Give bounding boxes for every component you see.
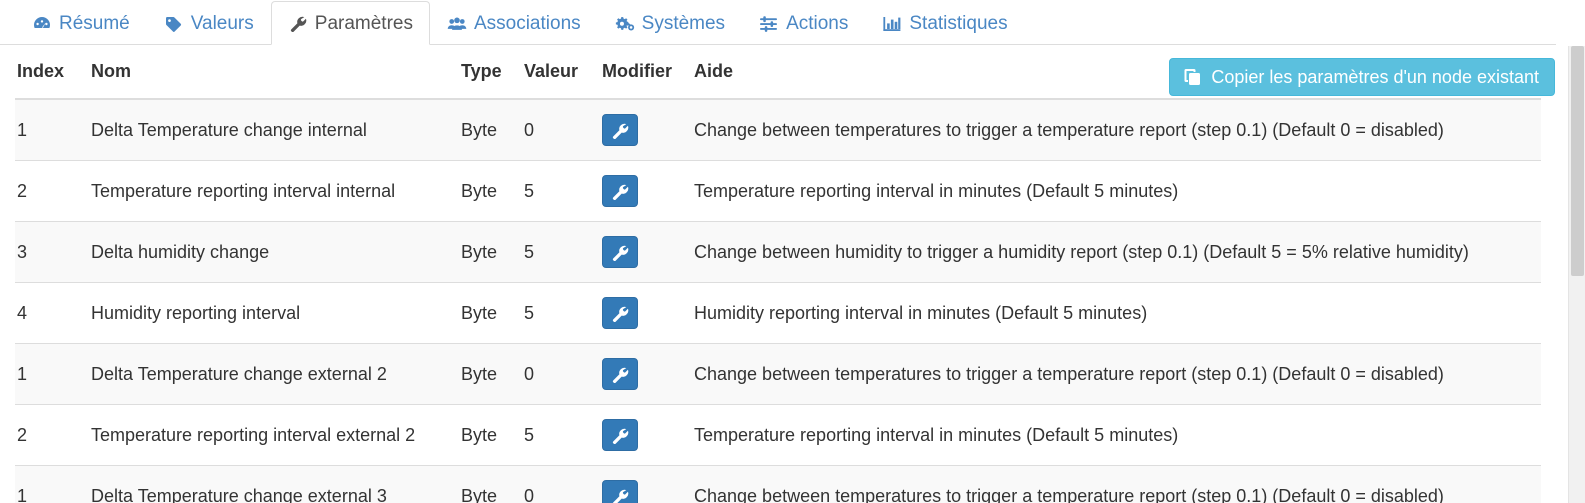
wrench-icon <box>610 365 630 383</box>
cell-type: Byte <box>461 404 524 466</box>
tab-label: Associations <box>473 13 581 34</box>
table-row: 1 Delta Temperature change external 2 Byte… <box>15 343 1541 405</box>
cell-index: 4 <box>15 282 89 344</box>
wrench-icon <box>610 121 630 139</box>
column-header-type: Type <box>461 45 524 100</box>
parameters-table-container: Index Nom Type Valeur Modifier Aide 1 Delta Te… <box>0 45 1556 503</box>
cell-modifier <box>602 221 694 283</box>
cell-aide: Change between humidity to trigger a hum… <box>694 221 1541 283</box>
tab-associations[interactable]: Associations <box>430 1 598 45</box>
column-header-index: Index <box>15 45 89 100</box>
copy-parameters-button[interactable]: Copier les paramètres d'un node existant <box>1169 58 1555 96</box>
cell-nom: Delta Temperature change external 2 <box>89 343 461 405</box>
edit-parameter-button[interactable] <box>602 480 638 503</box>
cell-index: 1 <box>15 465 89 503</box>
cell-valeur: 0 <box>524 98 602 161</box>
cell-type: Byte <box>461 221 524 283</box>
cell-index: 2 <box>15 160 89 222</box>
cell-type: Byte <box>461 465 524 503</box>
parameters-table: Index Nom Type Valeur Modifier Aide 1 Delta Te… <box>15 45 1541 503</box>
cell-index: 1 <box>15 343 89 405</box>
cell-index: 3 <box>15 221 89 283</box>
cell-type: Byte <box>461 160 524 222</box>
cell-valeur: 5 <box>524 160 602 222</box>
scrollbar-thumb[interactable] <box>1571 46 1584 276</box>
table-row: 3 Delta humidity change Byte 5 Change betwee… <box>15 221 1541 283</box>
cell-valeur: 5 <box>524 221 602 283</box>
tab-bar: Résumé Valeurs Paramètres Associations Systè… <box>0 0 1556 45</box>
edit-parameter-button[interactable] <box>602 419 638 451</box>
table-body: 1 Delta Temperature change internal Byte 0 C… <box>15 98 1541 503</box>
wrench-icon <box>610 487 630 503</box>
wrench-icon <box>610 426 630 444</box>
cell-nom: Delta humidity change <box>89 221 461 283</box>
parameters-page: Résumé Valeurs Paramètres Associations Systè… <box>0 0 1585 503</box>
column-header-val: Valeur <box>524 45 602 100</box>
cell-nom: Temperature reporting interval internal <box>89 160 461 222</box>
cell-aide: Humidity reporting interval in minutes (… <box>694 282 1541 344</box>
column-header-nom: Nom <box>89 45 461 100</box>
bar-chart-icon <box>882 14 902 33</box>
wrench-icon <box>610 182 630 200</box>
tab-label: Systèmes <box>641 13 726 34</box>
cell-modifier <box>602 282 694 344</box>
tab-label: Paramètres <box>314 12 413 34</box>
cell-aide: Change between temperatures to trigger a… <box>694 465 1541 503</box>
wrench-icon <box>288 14 308 33</box>
table-row: 2 Temperature reporting interval external… <box>15 404 1541 466</box>
cell-index: 1 <box>15 98 89 161</box>
cell-index: 2 <box>15 404 89 466</box>
cell-nom: Delta Temperature change external 3 <box>89 465 461 503</box>
edit-parameter-button[interactable] <box>602 236 638 268</box>
tab-label: Statistiques <box>909 13 1008 34</box>
users-icon <box>447 14 467 33</box>
tab-systemes[interactable]: Systèmes <box>598 1 742 45</box>
cell-type: Byte <box>461 98 524 161</box>
edit-parameter-button[interactable] <box>602 297 638 329</box>
table-row: 1 Delta Temperature change internal Byte 0 C… <box>15 98 1541 161</box>
cell-modifier <box>602 98 694 161</box>
cell-nom: Humidity reporting interval <box>89 282 461 344</box>
gears-icon <box>615 14 635 33</box>
cell-nom: Temperature reporting interval external … <box>89 404 461 466</box>
cell-modifier <box>602 465 694 503</box>
column-header-mod: Modifier <box>602 45 694 100</box>
cell-valeur: 5 <box>524 282 602 344</box>
tab-statistiques[interactable]: Statistiques <box>865 1 1024 45</box>
cell-modifier <box>602 343 694 405</box>
cell-aide: Temperature reporting interval in minute… <box>694 160 1541 222</box>
copy-parameters-label: Copier les paramètres d'un node existant <box>1211 67 1539 87</box>
cell-valeur: 0 <box>524 465 602 503</box>
tab-label: Actions <box>786 13 849 34</box>
cell-type: Byte <box>461 282 524 344</box>
table-row: 2 Temperature reporting interval internal… <box>15 160 1541 222</box>
tab-label: Résumé <box>59 13 130 34</box>
cell-aide: Change between temperatures to trigger a… <box>694 98 1541 161</box>
table-row: 1 Delta Temperature change external 3 Byte… <box>15 465 1541 503</box>
sliders-icon <box>759 14 779 33</box>
copy-icon <box>1183 68 1202 86</box>
dashboard-icon <box>32 14 52 33</box>
tab-parametres[interactable]: Paramètres <box>270 1 430 45</box>
edit-parameter-button[interactable] <box>602 114 638 146</box>
edit-parameter-button[interactable] <box>602 175 638 207</box>
cell-aide: Change between temperatures to trigger a… <box>694 343 1541 405</box>
cell-aide: Temperature reporting interval in minute… <box>694 404 1541 466</box>
vertical-scrollbar[interactable] <box>1568 46 1585 503</box>
cell-modifier <box>602 404 694 466</box>
tab-resume[interactable]: Résumé <box>15 1 147 45</box>
cell-valeur: 0 <box>524 343 602 405</box>
cell-type: Byte <box>461 343 524 405</box>
cell-nom: Delta Temperature change internal <box>89 98 461 161</box>
table-row: 4 Humidity reporting interval Byte 5 Humidit… <box>15 282 1541 344</box>
cell-modifier <box>602 160 694 222</box>
tab-actions[interactable]: Actions <box>742 1 865 45</box>
edit-parameter-button[interactable] <box>602 358 638 390</box>
wrench-icon <box>610 243 630 261</box>
tab-valeurs[interactable]: Valeurs <box>147 1 271 45</box>
tag-icon <box>164 14 184 33</box>
tab-label: Valeurs <box>190 13 254 34</box>
cell-valeur: 5 <box>524 404 602 466</box>
wrench-icon <box>610 304 630 322</box>
